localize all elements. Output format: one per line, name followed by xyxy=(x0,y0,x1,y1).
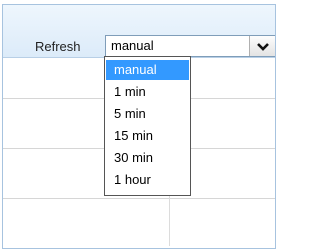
dropdown-option-1-min[interactable]: 1 min xyxy=(106,82,189,102)
dropdown-option-15-min[interactable]: 15 min xyxy=(106,126,189,146)
chevron-down-icon xyxy=(257,43,269,51)
dropdown-option-5-min[interactable]: 5 min xyxy=(106,104,189,124)
refresh-label: Refresh xyxy=(35,39,81,54)
dropdown-option-manual[interactable]: manual xyxy=(106,60,189,80)
dropdown-option-30-min[interactable]: 30 min xyxy=(106,148,189,168)
refresh-select-value: manual xyxy=(111,38,154,53)
refresh-select-toggle[interactable] xyxy=(249,36,275,56)
panel-header: Refresh manual xyxy=(3,5,275,58)
refresh-select[interactable]: manual xyxy=(105,35,275,57)
grid-row-divider xyxy=(3,198,275,199)
dropdown-option-1-hour[interactable]: 1 hour xyxy=(106,170,189,190)
refresh-dropdown-list[interactable]: manual 1 min 5 min 15 min 30 min 1 hour xyxy=(104,56,191,196)
